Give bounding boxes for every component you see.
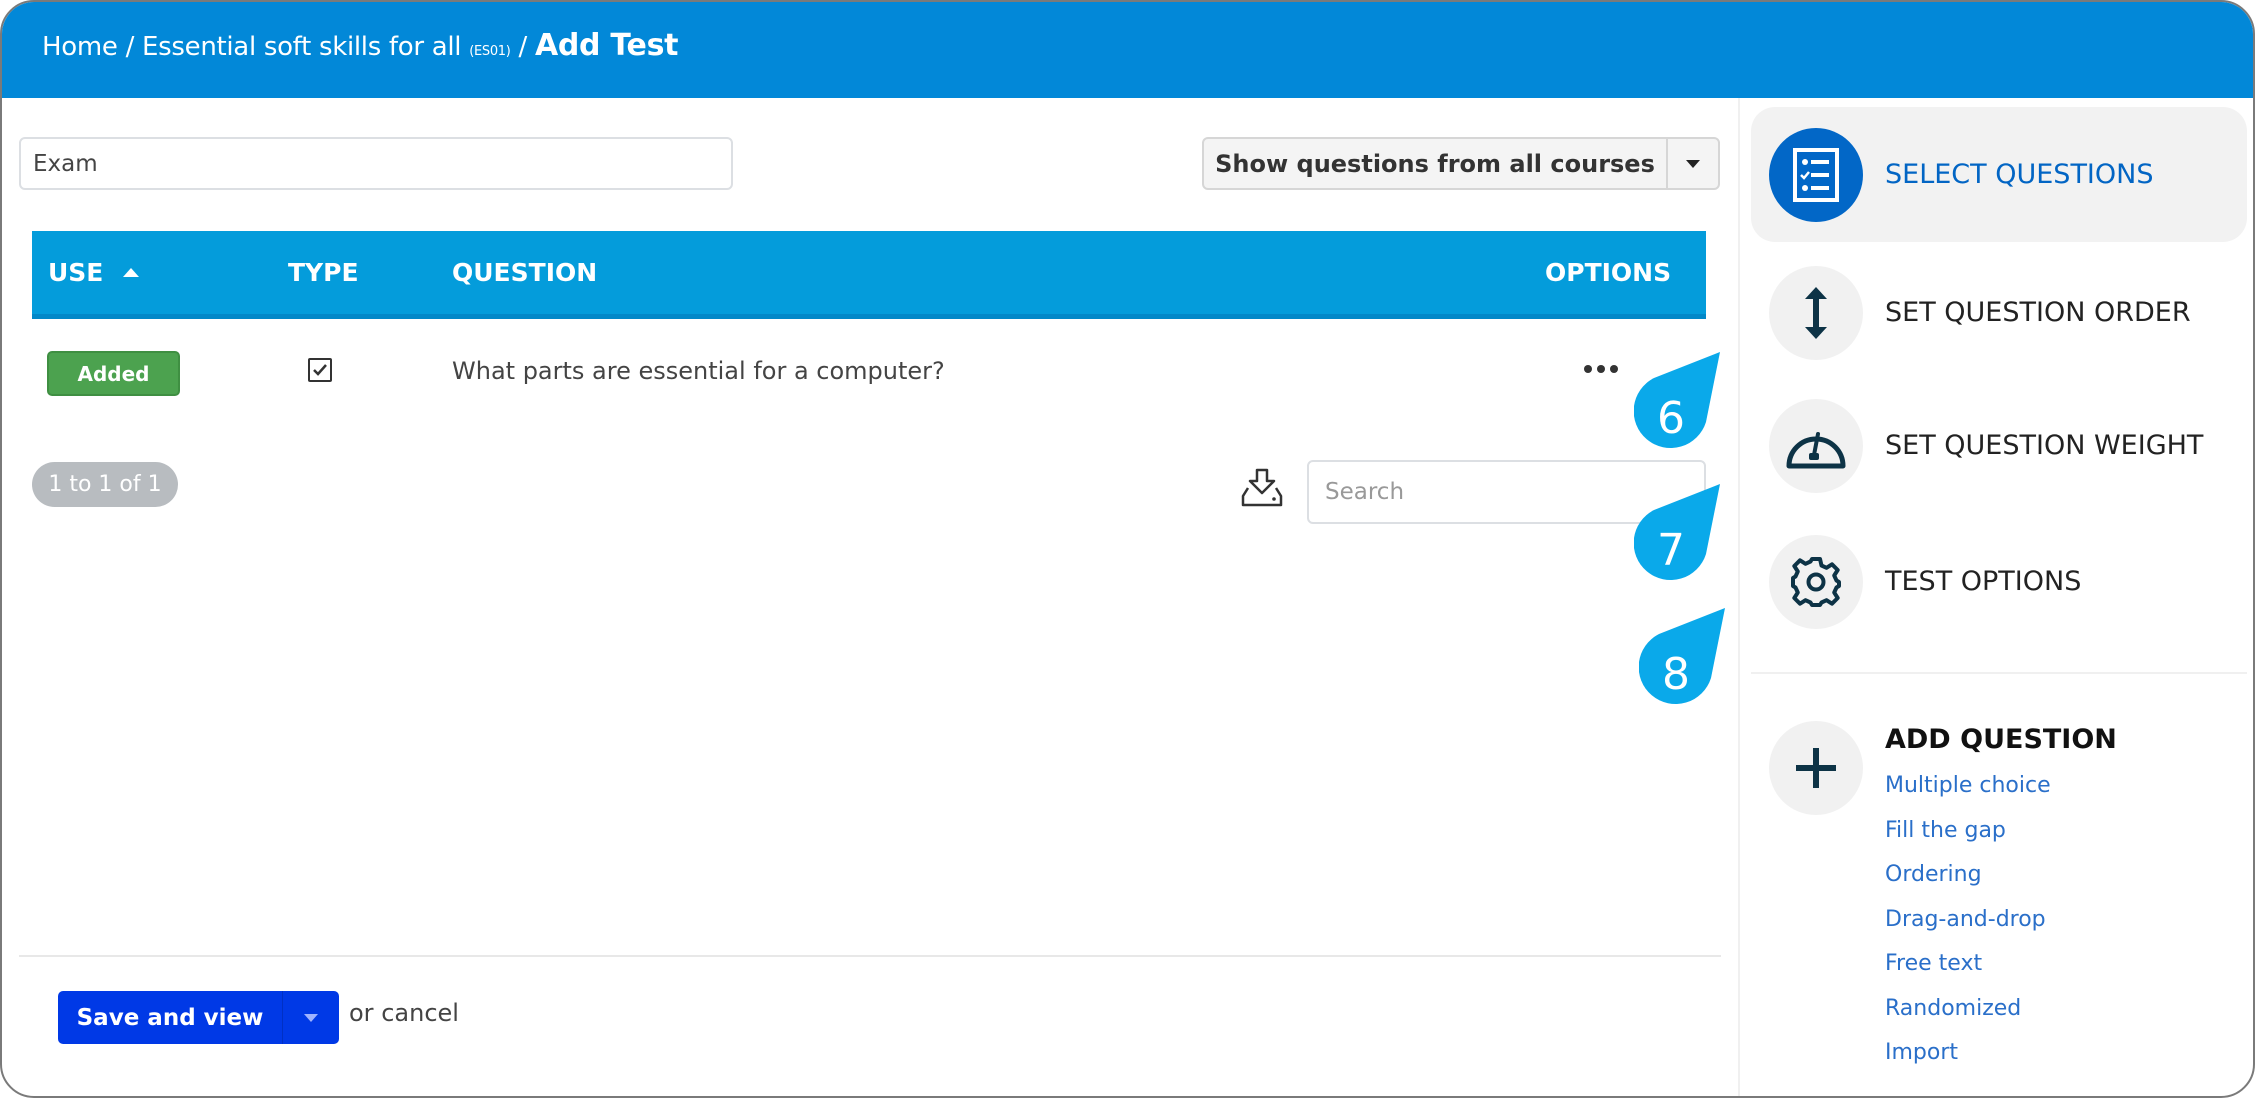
add-free-text-link[interactable]: Free text (1885, 951, 1982, 976)
cancel-area: or cancel (349, 999, 459, 1027)
callout-number: 8 (1662, 649, 1690, 700)
export-download-icon[interactable] (1240, 468, 1284, 508)
callout-number: 6 (1657, 393, 1685, 444)
question-type-item: Import (1885, 1040, 2051, 1085)
questions-table-header: USE TYPE QUESTION OPTIONS (32, 231, 1706, 319)
more-dot-icon (1597, 365, 1605, 373)
column-options-label: OPTIONS (1545, 258, 1672, 287)
step-label: SET QUESTION WEIGHT (1885, 430, 2204, 461)
column-options: OPTIONS (1545, 231, 1671, 314)
step-select-questions[interactable]: SELECT QUESTIONS (1751, 107, 2247, 242)
caret-down-icon (304, 1013, 318, 1022)
callout-marker-7: 7 (1634, 484, 1724, 584)
added-toggle-button[interactable]: Added (47, 351, 180, 396)
question-type-item: Multiple choice (1885, 773, 2051, 818)
step-icon-circle (1769, 127, 1863, 222)
breadcrumb-course-name: Essential soft skills for all (142, 32, 462, 62)
callout-marker-8: 8 (1639, 608, 1729, 708)
breadcrumb-home[interactable]: Home (42, 32, 118, 62)
course-filter-toggle[interactable] (1668, 139, 1718, 188)
question-type-item: Free text (1885, 951, 2051, 996)
caret-down-icon (1686, 159, 1700, 168)
step-label: SET QUESTION ORDER (1885, 297, 2191, 328)
pagination-info: 1 to 1 of 1 (32, 462, 178, 507)
step-set-question-order[interactable]: SET QUESTION ORDER (1751, 245, 2247, 380)
gear-icon (1791, 556, 1841, 607)
save-and-view-button[interactable]: Save and view (58, 991, 339, 1044)
add-multiple-choice-link[interactable]: Multiple choice (1885, 773, 2051, 798)
page-title: Add Test (534, 28, 679, 63)
column-type-label: TYPE (288, 258, 359, 287)
top-header: Home / Essential soft skills for all (ES… (2, 2, 2253, 98)
column-use-label: USE (48, 258, 104, 287)
column-use[interactable]: USE (48, 231, 140, 314)
breadcrumb-course-code: (ES01) (469, 44, 511, 59)
step-icon-circle (1769, 265, 1863, 360)
step-icon-circle (1769, 398, 1863, 493)
vertical-arrows-icon (1805, 286, 1827, 339)
test-name-input[interactable] (19, 137, 733, 190)
step-test-options[interactable]: TEST OPTIONS (1751, 514, 2247, 649)
gauge-icon (1786, 431, 1846, 468)
or-text: or (349, 999, 374, 1027)
table-row: Added What parts are essential for a com… (32, 337, 1706, 407)
question-text[interactable]: What parts are essential for a computer? (452, 357, 945, 385)
cancel-link[interactable]: cancel (381, 999, 459, 1027)
column-type[interactable]: TYPE (288, 231, 359, 314)
callout-marker-6: 6 (1634, 352, 1724, 452)
save-options-toggle[interactable] (283, 991, 339, 1044)
question-type-item: Fill the gap (1885, 818, 2051, 863)
add-randomized-link[interactable]: Randomized (1885, 996, 2021, 1021)
step-label: TEST OPTIONS (1885, 566, 2082, 597)
checklist-icon (1793, 147, 1839, 202)
import-questions-link[interactable]: Import (1885, 1040, 1958, 1065)
callout-number: 7 (1657, 525, 1685, 576)
add-ordering-link[interactable]: Ordering (1885, 862, 1982, 887)
question-type-list: Multiple choice Fill the gap Ordering Dr… (1885, 773, 2051, 1085)
more-dot-icon (1584, 365, 1592, 373)
checkbox-type-icon (308, 358, 332, 382)
add-drag-and-drop-link[interactable]: Drag-and-drop (1885, 907, 2046, 932)
panel-divider (1738, 98, 1740, 1096)
app-window: Home / Essential soft skills for all (ES… (0, 0, 2255, 1098)
sort-ascending-icon (123, 268, 140, 277)
question-type-item: Ordering (1885, 862, 2051, 907)
question-type-item: Drag-and-drop (1885, 907, 2051, 952)
sidebar-separator (1751, 672, 2247, 674)
row-options-menu[interactable] (1584, 365, 1618, 373)
add-question-title: ADD QUESTION (1885, 724, 2117, 755)
question-type-item: Randomized (1885, 996, 2051, 1041)
column-question[interactable]: QUESTION (452, 231, 597, 314)
plus-icon (1796, 748, 1836, 788)
save-and-view-label[interactable]: Save and view (58, 991, 283, 1044)
breadcrumb-course[interactable]: Essential soft skills for all (ES01) (142, 32, 511, 62)
breadcrumb-separator: / (518, 32, 528, 62)
breadcrumb: Home / Essential soft skills for all (ES… (42, 28, 679, 63)
add-question-icon-circle (1769, 721, 1863, 815)
course-filter-dropdown[interactable]: Show questions from all courses (1202, 137, 1720, 190)
course-filter-label[interactable]: Show questions from all courses (1204, 139, 1668, 188)
breadcrumb-separator: / (125, 32, 135, 62)
step-label: SELECT QUESTIONS (1885, 159, 2154, 190)
footer-divider (19, 955, 1721, 957)
column-question-label: QUESTION (452, 258, 598, 287)
add-fill-the-gap-link[interactable]: Fill the gap (1885, 818, 2006, 843)
step-icon-circle (1769, 534, 1863, 629)
more-dot-icon (1610, 365, 1618, 373)
step-set-question-weight[interactable]: SET QUESTION WEIGHT (1751, 378, 2247, 513)
